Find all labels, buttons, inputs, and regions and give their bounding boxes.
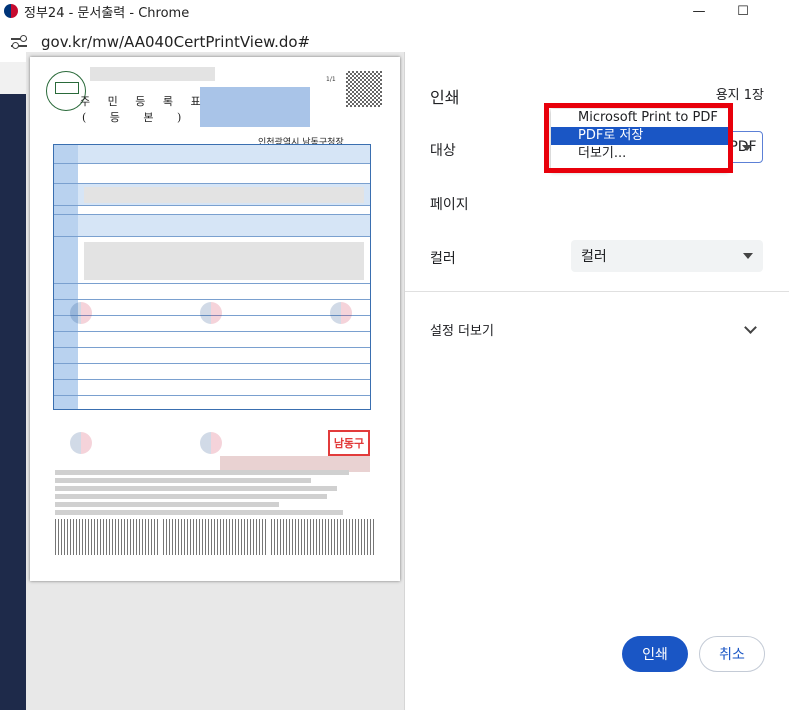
section-divider xyxy=(405,291,789,292)
chevron-down-icon xyxy=(743,253,753,259)
preview-page: 1/1 주 민 등 록 표 ( 등 본 ) 인천광역시 남동구청장 남동구 xyxy=(30,57,400,581)
redacted-text xyxy=(90,67,215,81)
destination-label: 대상 xyxy=(430,143,456,159)
minimize-button[interactable]: — xyxy=(680,0,718,22)
watermark-icon xyxy=(70,302,92,324)
redacted-members xyxy=(84,242,364,280)
dropdown-option-more[interactable]: 더보기... xyxy=(551,145,728,163)
barcode xyxy=(271,519,374,555)
cancel-button[interactable]: 취소 xyxy=(699,636,765,672)
official-stamp: 남동구 xyxy=(328,430,370,456)
color-label: 컬러 xyxy=(430,251,456,267)
barcode xyxy=(163,519,266,555)
url-text[interactable]: gov.kr/mw/AA040CertPrintView.do# xyxy=(41,33,310,51)
dropdown-option-save-pdf[interactable]: PDF로 저장 xyxy=(551,127,728,145)
chevron-down-icon xyxy=(742,145,752,151)
dialog-heading: 인쇄 xyxy=(430,88,460,107)
more-settings-toggle[interactable]: 설정 더보기 xyxy=(430,320,494,339)
redacted-address xyxy=(84,187,364,203)
gov-logo-icon xyxy=(4,4,18,18)
dropdown-option[interactable]: Microsoft Print to PDF xyxy=(551,109,728,127)
sheet-count: 용지 1장 xyxy=(715,88,764,103)
print-preview: 1/1 주 민 등 록 표 ( 등 본 ) 인천광역시 남동구청장 남동구 xyxy=(26,52,404,710)
watermark-icon xyxy=(200,432,222,454)
watermark-icon xyxy=(330,302,352,324)
redacted-block xyxy=(200,87,310,127)
print-button[interactable]: 인쇄 xyxy=(622,636,688,672)
window-title: 정부24 - 문서출력 - Chrome xyxy=(24,5,190,21)
color-select[interactable]: 컬러 xyxy=(571,240,763,272)
page-marker: 1/1 xyxy=(326,76,336,83)
destination-dropdown: Microsoft Print to PDF PDF로 저장 더보기... xyxy=(551,109,728,171)
document-subtitle: ( 등 본 ) xyxy=(82,111,192,124)
document-notes xyxy=(55,470,375,518)
pages-label: 페이지 xyxy=(430,197,469,213)
expand-chevron-icon[interactable] xyxy=(744,321,757,334)
watermark-icon xyxy=(70,432,92,454)
color-value: 컬러 xyxy=(581,249,607,265)
watermark-icon xyxy=(200,302,222,324)
document-title: 주 민 등 록 표 xyxy=(80,95,208,108)
maximize-button[interactable]: ☐ xyxy=(724,0,762,22)
qr-code xyxy=(346,71,382,107)
barcode xyxy=(55,519,158,555)
record-table xyxy=(53,144,371,410)
title-bar: 정부24 - 문서출력 - Chrome — ☐ xyxy=(0,0,789,22)
background-sidebar xyxy=(0,94,26,710)
site-info-icon[interactable] xyxy=(11,35,29,49)
